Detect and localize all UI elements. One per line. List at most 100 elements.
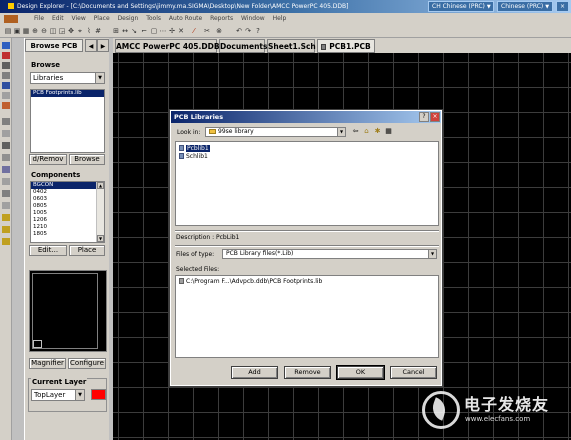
pan-icon[interactable]: ✥	[67, 27, 75, 35]
zoom-fit-icon[interactable]: ◫	[49, 27, 57, 35]
room-icon[interactable]	[2, 214, 10, 221]
look-in-select[interactable]: 99se library ▼	[205, 127, 346, 137]
browse-type-select[interactable]: Libraries ▼	[30, 72, 105, 84]
list-item[interactable]: 0402	[31, 189, 104, 196]
add-remove-library-button[interactable]: d/Remov	[29, 154, 67, 165]
select-icon[interactable]: ▢	[150, 27, 158, 35]
line-icon[interactable]: ↘	[130, 27, 138, 35]
menu-edit[interactable]: Edit	[52, 13, 64, 25]
menu-help[interactable]: Help	[273, 13, 287, 25]
query-icon[interactable]: ⊗	[215, 27, 223, 35]
menu-tools[interactable]: Tools	[146, 13, 161, 25]
selected-files-list[interactable]: C:\Program F...\Advpcb.ddb\PCB Footprint…	[175, 275, 439, 358]
ok-button[interactable]: OK	[336, 365, 385, 380]
split-plane-icon[interactable]	[2, 166, 10, 173]
view-menu-icon[interactable]: ▦	[384, 127, 393, 136]
menu-auto-route[interactable]: Auto Route	[169, 13, 202, 25]
library-list[interactable]: PCB Footprints.lib	[30, 89, 105, 153]
hierarchy-icon[interactable]: ⊞	[112, 27, 120, 35]
fill-icon[interactable]	[2, 142, 10, 149]
tab-pcb1-pcb[interactable]: PCB1.PCB	[317, 39, 375, 53]
help-icon[interactable]: ?	[254, 27, 262, 35]
components-list[interactable]: BGCON 0402 0603 0805 1005 1206 1210 1805…	[30, 181, 105, 243]
dimension-icon[interactable]	[2, 102, 10, 109]
move-icon[interactable]: ✢	[168, 27, 176, 35]
zoom-area-icon[interactable]: ◲	[58, 27, 66, 35]
tab-sheet1-sch[interactable]: Sheet1.Sch	[267, 39, 316, 53]
menu-reports[interactable]: Reports	[210, 13, 233, 25]
ime-indicator[interactable]: Chinese (PRC) ▼	[497, 1, 553, 12]
tab-scroll-left-icon[interactable]: ◀	[85, 39, 97, 52]
remove-button[interactable]: Remove	[284, 366, 331, 379]
scroll-down-icon[interactable]: ▼	[97, 235, 104, 242]
scroll-up-icon[interactable]: ▲	[97, 182, 104, 189]
deselect-all-icon[interactable]: ✕	[177, 27, 185, 35]
list-item[interactable]: 0603	[31, 196, 104, 203]
arc-icon[interactable]	[2, 130, 10, 137]
tab-scroll-right-icon[interactable]: ▶	[97, 39, 109, 52]
print-icon[interactable]: ▦	[22, 27, 30, 35]
list-item[interactable]: BGCON	[31, 182, 104, 189]
language-indicator[interactable]: CH Chinese (PRC) ▼	[428, 1, 494, 12]
list-item[interactable]: Schlib1	[179, 153, 208, 160]
menu-design[interactable]: Design	[118, 13, 139, 25]
via-icon[interactable]	[2, 72, 10, 79]
menu-window[interactable]: Window	[241, 13, 265, 25]
language-bar-close-icon[interactable]: ×	[556, 1, 569, 12]
cross-probe-icon[interactable]: ⌖	[76, 27, 84, 35]
add-button[interactable]: Add	[231, 366, 278, 379]
track-icon[interactable]	[2, 42, 10, 49]
list-item[interactable]: 0805	[31, 203, 104, 210]
back-icon[interactable]: ⇦	[351, 127, 360, 136]
up-folder-icon[interactable]: ⌂	[362, 127, 371, 136]
cut-icon[interactable]: ✂	[203, 27, 211, 35]
help-icon[interactable]: ?	[419, 112, 429, 122]
tab-documents[interactable]: Documents	[219, 39, 267, 53]
undo-icon[interactable]: ↶	[235, 27, 243, 35]
new-folder-icon[interactable]: ✱	[373, 127, 382, 136]
measure-icon[interactable]: ⌐	[140, 27, 148, 35]
deselect-icon[interactable]: ⋯	[159, 27, 167, 35]
arc-edge-icon[interactable]	[2, 190, 10, 197]
list-item[interactable]: C:\Program F...\Advpcb.ddb\PCB Footprint…	[179, 278, 322, 285]
coordinate-icon[interactable]	[2, 92, 10, 99]
place-component-button[interactable]: Place	[69, 245, 105, 256]
arc-center-icon[interactable]	[2, 178, 10, 185]
components-scrollbar[interactable]: ▲ ▼	[96, 182, 104, 242]
list-item[interactable]: 1210	[31, 224, 104, 231]
menu-file[interactable]: File	[34, 13, 44, 25]
files-of-type-select[interactable]: PCB Library files(*.Lib) ▼	[222, 249, 437, 259]
menu-place[interactable]: Place	[94, 13, 110, 25]
tab-amcc-powerpc-ddb[interactable]: AMCC PowerPC 405.DDB	[115, 39, 220, 53]
circle-icon[interactable]	[2, 202, 10, 209]
cancel-button[interactable]: Cancel	[390, 366, 437, 379]
string-icon[interactable]	[2, 226, 10, 233]
magnifier-button[interactable]: Magnifier	[29, 358, 66, 369]
file-list[interactable]: Pcblib1 Schlib1	[175, 141, 439, 226]
configure-button[interactable]: Configure	[68, 358, 106, 369]
save-icon[interactable]: ▣	[13, 27, 21, 35]
list-item[interactable]: Pcblib1	[179, 145, 210, 152]
list-item[interactable]: 1805	[31, 231, 104, 238]
line-tool-icon[interactable]	[2, 52, 10, 59]
wire-icon[interactable]: ⌇	[85, 27, 93, 35]
zoom-in-icon[interactable]: ⊕	[31, 27, 39, 35]
arrow-icon[interactable]: ↔	[121, 27, 129, 35]
tab-browse-pcb[interactable]: Browse PCB	[25, 39, 83, 52]
pad-icon[interactable]	[2, 62, 10, 69]
list-item[interactable]: 1005	[31, 210, 104, 217]
wand-icon[interactable]: ⁄	[190, 27, 198, 35]
list-item[interactable]: 1206	[31, 217, 104, 224]
edit-component-button[interactable]: Edit...	[29, 245, 67, 256]
list-item[interactable]: PCB Footprints.lib	[31, 90, 104, 97]
current-layer-select[interactable]: TopLayer ▼	[31, 389, 85, 401]
browse-library-button[interactable]: Browse	[69, 154, 105, 165]
grid-icon[interactable]: #	[94, 27, 102, 35]
zoom-out-icon[interactable]: ⊖	[40, 27, 48, 35]
redo-icon[interactable]: ↷	[244, 27, 252, 35]
text-tool-icon[interactable]	[2, 82, 10, 89]
open-icon[interactable]: ▤	[4, 27, 12, 35]
keepout-icon[interactable]	[2, 238, 10, 245]
component-icon[interactable]	[2, 118, 10, 125]
polygon-icon[interactable]	[2, 154, 10, 161]
